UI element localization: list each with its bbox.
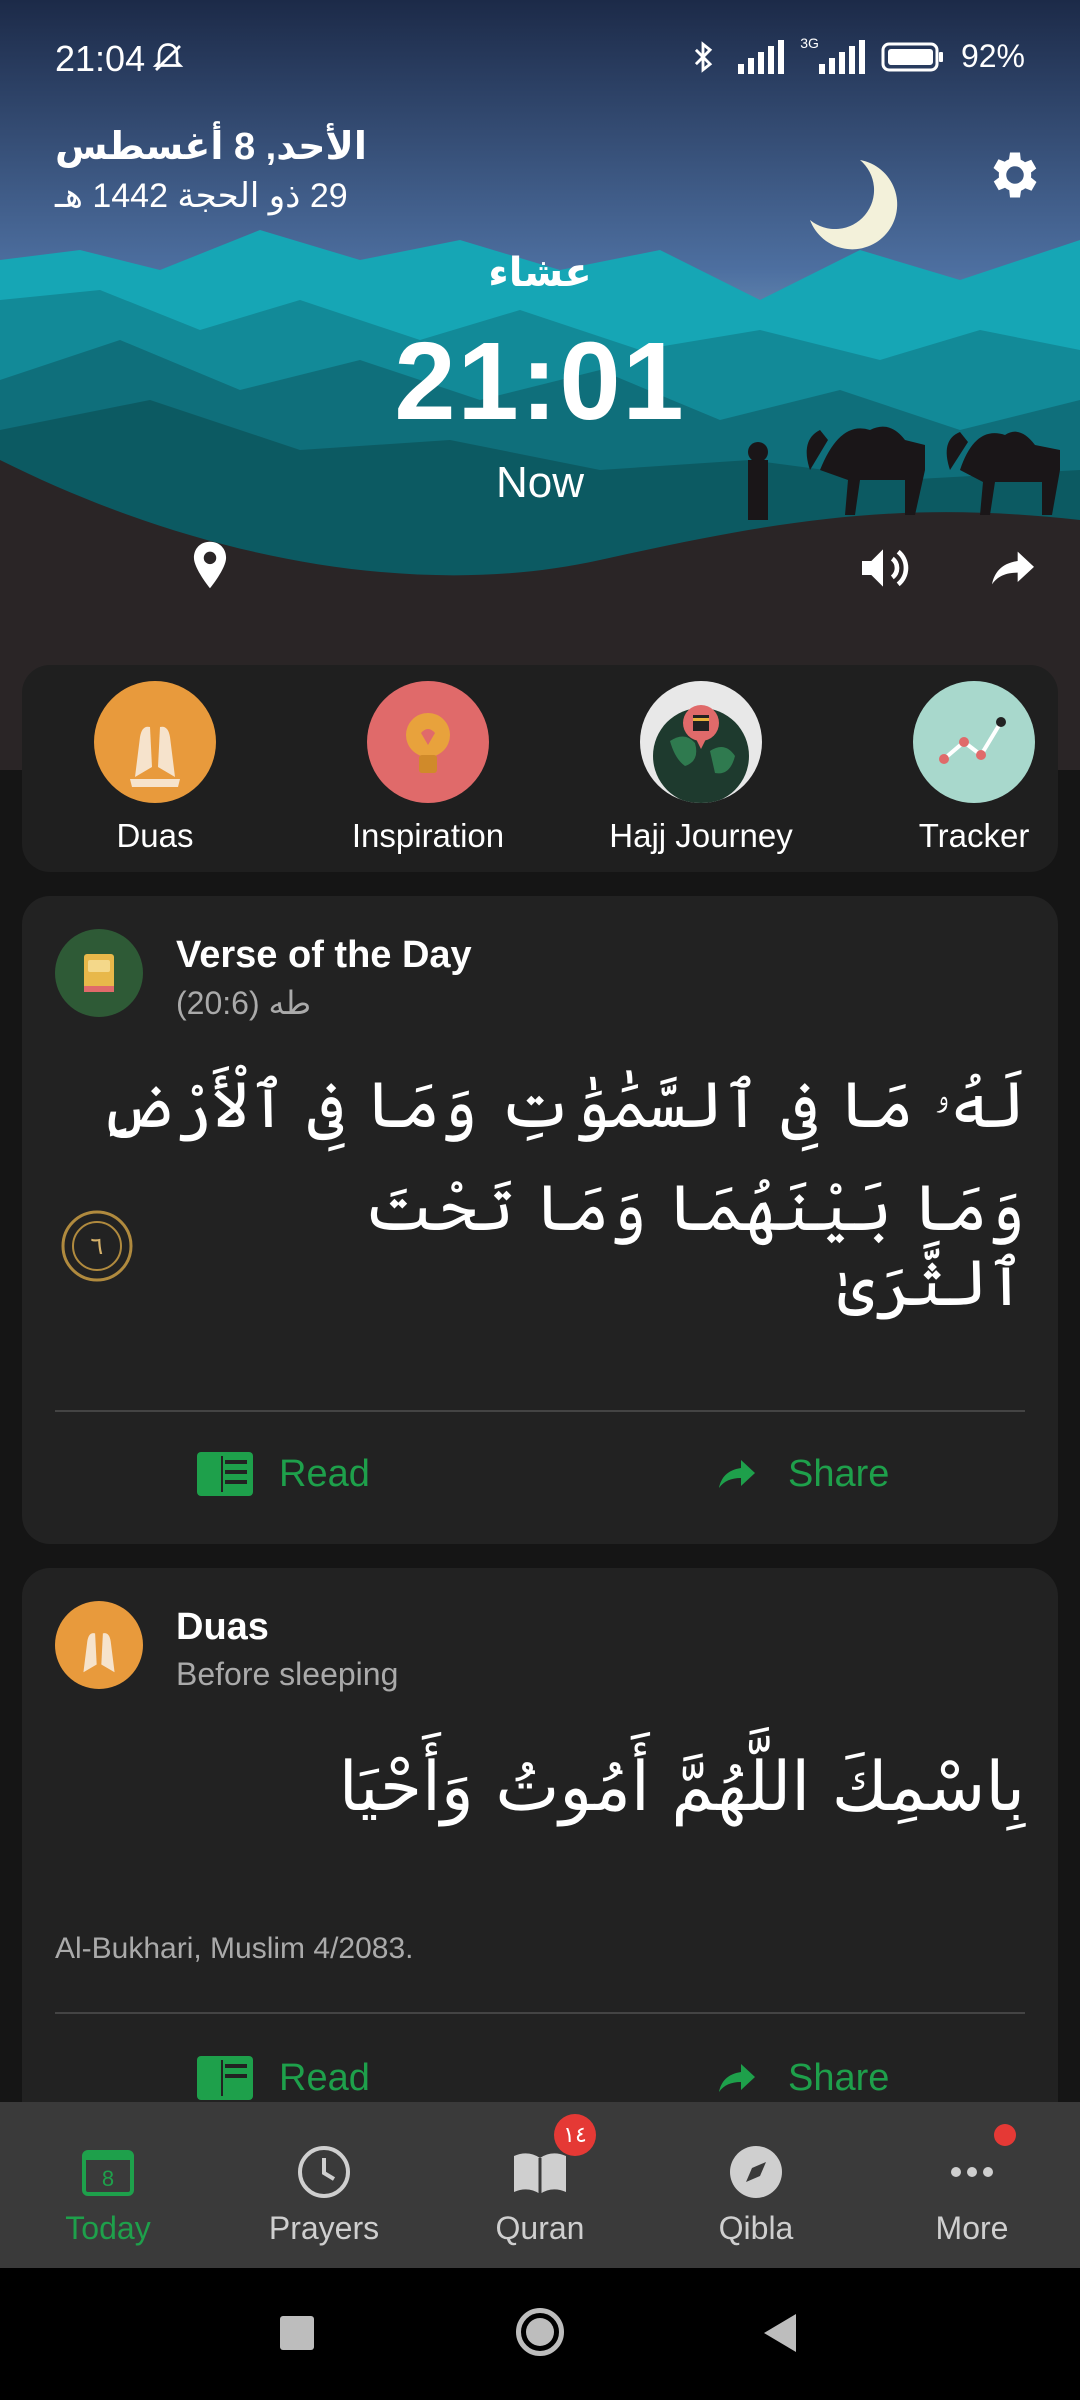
shortcuts-panel: Duas Inspiration Hajj Journey Tracker — [22, 665, 1058, 872]
read-label: Read — [279, 2056, 370, 2099]
back-button[interactable] — [760, 2312, 800, 2354]
home-dot — [526, 2318, 554, 2346]
verse-line-2-row: وَمَا بَيْنَهُمَا وَمَا تَحْتَ ٱلثَّرَىٰ… — [55, 1172, 1025, 1321]
verse-arabic-line-2: وَمَا بَيْنَهُمَا وَمَا تَحْتَ ٱلثَّرَىٰ — [363, 1172, 1025, 1321]
read-icon — [197, 2056, 253, 2100]
nav-label: More — [935, 2210, 1009, 2246]
signal-icon-2 — [818, 39, 865, 74]
dua-read-button[interactable]: Read — [195, 2054, 370, 2102]
read-icon — [197, 1452, 253, 1496]
bottom-navigation: 8 Today Prayers ١٤ Quran Qibla More — [0, 2102, 1080, 2268]
sound-button[interactable] — [850, 535, 916, 601]
notification-dot — [994, 2124, 1016, 2146]
chart-icon — [913, 681, 1035, 803]
card-divider — [55, 1410, 1025, 1412]
verse-read-button[interactable]: Read — [195, 1450, 370, 1498]
shortcut-label: Tracker — [918, 817, 1030, 854]
read-label: Read — [279, 1452, 370, 1495]
prayer-time: 21:01 — [394, 320, 686, 443]
prayer-name: عشاء — [488, 251, 592, 295]
share-icon — [719, 2064, 755, 2092]
card-title: Verse of the Day — [176, 934, 472, 976]
share-icon — [719, 1460, 755, 1488]
home-button[interactable] — [516, 2308, 564, 2356]
location-pin-icon — [193, 541, 227, 589]
share-header-button[interactable] — [980, 535, 1046, 601]
quran-book-icon — [55, 929, 143, 1017]
shortcut-label: Hajj Journey — [609, 817, 793, 854]
nav-label: Prayers — [268, 2210, 380, 2246]
more-icon — [951, 2167, 993, 2177]
shortcut-label: Duas — [116, 817, 194, 854]
share-label: Share — [788, 2056, 890, 2099]
battery-percent: 92% — [960, 38, 1025, 74]
shortcut-duas[interactable]: Duas — [45, 681, 265, 855]
settings-button[interactable] — [980, 140, 1050, 210]
duas-card: Duas Before sleeping بِاسْمِكَ اللَّهُمَ… — [22, 1568, 1058, 2148]
nav-quran[interactable]: ١٤ Quran — [432, 2102, 648, 2268]
shortcut-tracker[interactable]: Tracker — [864, 681, 1080, 855]
nav-prayers[interactable]: Prayers — [216, 2102, 432, 2268]
gear-icon — [993, 152, 1037, 198]
status-time: 21:04 — [55, 38, 146, 79]
status-icons: 3G 92% — [686, 34, 1025, 75]
praying-hands-icon — [94, 681, 216, 803]
signal-icon — [738, 39, 785, 74]
shortcut-label: Inspiration — [351, 817, 505, 854]
dua-share-button[interactable]: Share — [710, 2054, 889, 2102]
shortcut-inspiration[interactable]: Inspiration — [318, 681, 538, 855]
card-divider — [55, 2012, 1025, 2014]
praying-hands-icon — [55, 1601, 143, 1689]
share-label: Share — [788, 1452, 890, 1495]
card-title: Duas — [176, 1606, 269, 1648]
nav-today[interactable]: 8 Today — [0, 2102, 216, 2268]
card-subtitle: طه (20:6) — [176, 985, 312, 1021]
battery-icon — [881, 42, 943, 71]
verse-arabic-line-1: لَهُۥ مَا فِى ٱلسَّمَٰوَٰتِ وَمَا فِى ٱل… — [99, 1069, 1025, 1143]
calendar-icon: 8 — [82, 2150, 134, 2196]
nav-label: Quran — [495, 2210, 585, 2246]
shortcut-hajj-journey[interactable]: Hajj Journey — [591, 681, 811, 855]
recent-apps-button[interactable] — [280, 2316, 314, 2350]
verse-share-button[interactable]: Share — [710, 1450, 889, 1498]
nav-qibla[interactable]: Qibla — [648, 2102, 864, 2268]
hijri-date: 29 ذو الحجة 1442 هـ — [55, 177, 348, 215]
dua-reference: Al-Bukhari, Muslim 4/2083. — [55, 1932, 414, 1965]
card-subtitle: Before sleeping — [176, 1656, 399, 1692]
verse-of-the-day-card: Verse of the Day طه (20:6) لَهُۥ مَا فِى… — [22, 896, 1058, 1544]
nav-label: Today — [65, 2210, 151, 2246]
bluetooth-icon — [695, 40, 713, 73]
calendar-day: 8 — [102, 2166, 114, 2191]
clock-icon — [298, 2146, 350, 2198]
gregorian-date: الأحد, 8 أغسطس — [55, 126, 367, 168]
location-button[interactable] — [180, 535, 240, 595]
nav-more[interactable]: More — [864, 2102, 1080, 2268]
share-icon — [992, 551, 1034, 585]
lightbulb-icon — [367, 681, 489, 803]
bell-off-icon — [152, 43, 184, 71]
nav-label: Qibla — [718, 2210, 794, 2246]
globe-kaaba-icon — [640, 681, 762, 803]
notification-badge: ١٤ — [554, 2114, 596, 2156]
compass-icon — [730, 2146, 782, 2198]
volume-icon — [862, 549, 909, 587]
status-bar: 21:04 3G 92% — [0, 0, 1080, 120]
system-navigation-bar — [0, 2268, 1080, 2400]
ayah-number: ٦ — [90, 1232, 104, 1260]
dua-arabic: بِاسْمِكَ اللَّهُمَّ أَمُوتُ وَأَحْيَا — [338, 1748, 1025, 1827]
network-type: 3G — [800, 34, 819, 51]
prayer-status: Now — [495, 458, 585, 507]
ayah-number-badge: ٦ — [55, 1204, 139, 1288]
